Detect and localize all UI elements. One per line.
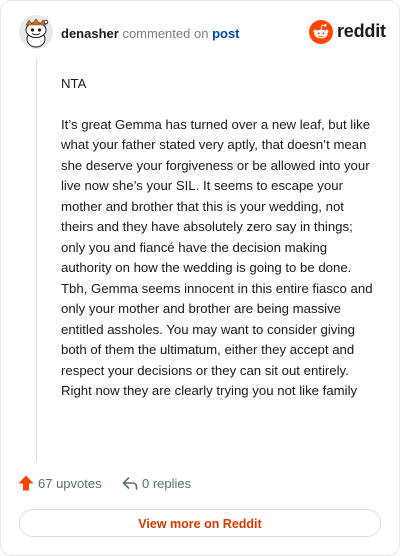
username-link[interactable]: denasher [61,26,119,41]
reddit-logo-icon [309,20,333,44]
reddit-brand[interactable]: reddit [309,20,386,46]
reply-count[interactable]: 0 replies [121,473,211,493]
replies-label: 0 replies [142,476,192,491]
comment-paragraph: NTA [61,76,87,91]
comment-header: denasher commented on post reddit [19,15,386,53]
upvote-count[interactable]: 67 upvotes [17,473,112,493]
thread-line [36,58,37,461]
comment-body: NTA It’s great Gemma has turned over a n… [61,74,379,422]
reply-arrow-icon [121,474,139,492]
upvotes-label: 67 upvotes [38,476,102,491]
byline-verb: commented on [122,26,209,41]
comment-byline: denasher commented on post [61,26,240,42]
comment-paragraph: It’s great Gemma has turned over a new l… [61,116,373,399]
view-more-button[interactable]: View more on Reddit [19,509,381,537]
post-link[interactable]: post [212,26,239,41]
comment-card: denasher commented on post reddit NTA It… [0,0,400,556]
reddit-wordmark: reddit [337,21,386,41]
upvote-arrow-icon[interactable] [17,474,35,492]
snoo-avatar-icon[interactable] [19,15,53,49]
